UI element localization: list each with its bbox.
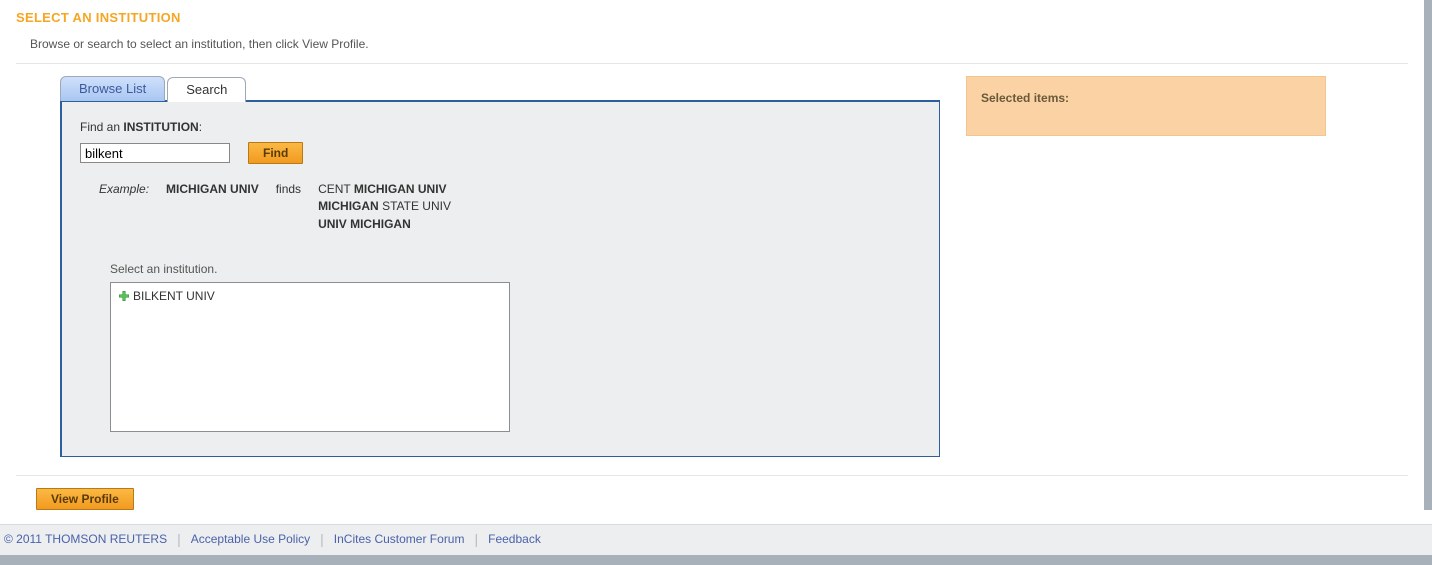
footer-link-feedback[interactable]: Feedback [488, 532, 541, 546]
selected-items-title: Selected items: [981, 91, 1069, 105]
footer-separator: | [474, 531, 478, 547]
selected-items-panel: Selected items: [966, 76, 1326, 136]
tab-search[interactable]: Search [167, 77, 246, 102]
footer-separator: | [320, 531, 324, 547]
page-title: SELECT AN INSTITUTION [16, 10, 1408, 25]
footer: © 2011 THOMSON REUTERS | Acceptable Use … [0, 524, 1432, 555]
list-item[interactable]: BILKENT UNIV [117, 289, 503, 303]
add-icon[interactable] [119, 291, 129, 301]
view-profile-button[interactable]: View Profile [36, 488, 134, 510]
find-label-prefix: Find an [80, 120, 123, 134]
example-finds-text: finds [275, 180, 315, 234]
result-name: BILKENT UNIV [133, 289, 215, 303]
tab-bar: Browse List Search [60, 76, 940, 101]
find-label: Find an INSTITUTION: [80, 120, 921, 134]
footer-link-forum[interactable]: InCites Customer Forum [334, 532, 465, 546]
example-results: CENT MICHIGAN UNIV MICHIGAN STATE UNIV U… [317, 180, 465, 234]
select-institution-label: Select an institution. [110, 262, 921, 276]
intro-text: Browse or search to select an institutio… [30, 37, 1408, 51]
footer-copyright: © 2011 THOMSON REUTERS [4, 532, 167, 546]
search-input[interactable] [80, 143, 230, 163]
find-label-entity: INSTITUTION [123, 120, 198, 134]
divider [16, 63, 1408, 64]
footer-link-aup[interactable]: Acceptable Use Policy [191, 532, 310, 546]
example-block: Example: MICHIGAN UNIV finds CENT MICHIG… [96, 178, 921, 236]
example-query: MICHIGAN UNIV [165, 180, 273, 234]
footer-separator: | [177, 531, 181, 547]
results-list[interactable]: BILKENT UNIV [110, 282, 510, 432]
search-panel: Find an INSTITUTION: Find Example: MICHI… [60, 100, 940, 457]
tab-browse-list[interactable]: Browse List [60, 76, 165, 101]
example-label: Example: [98, 180, 163, 234]
divider [16, 475, 1408, 476]
find-label-suffix: : [199, 120, 202, 134]
find-button[interactable]: Find [248, 142, 303, 164]
bottom-strip [0, 555, 1432, 565]
